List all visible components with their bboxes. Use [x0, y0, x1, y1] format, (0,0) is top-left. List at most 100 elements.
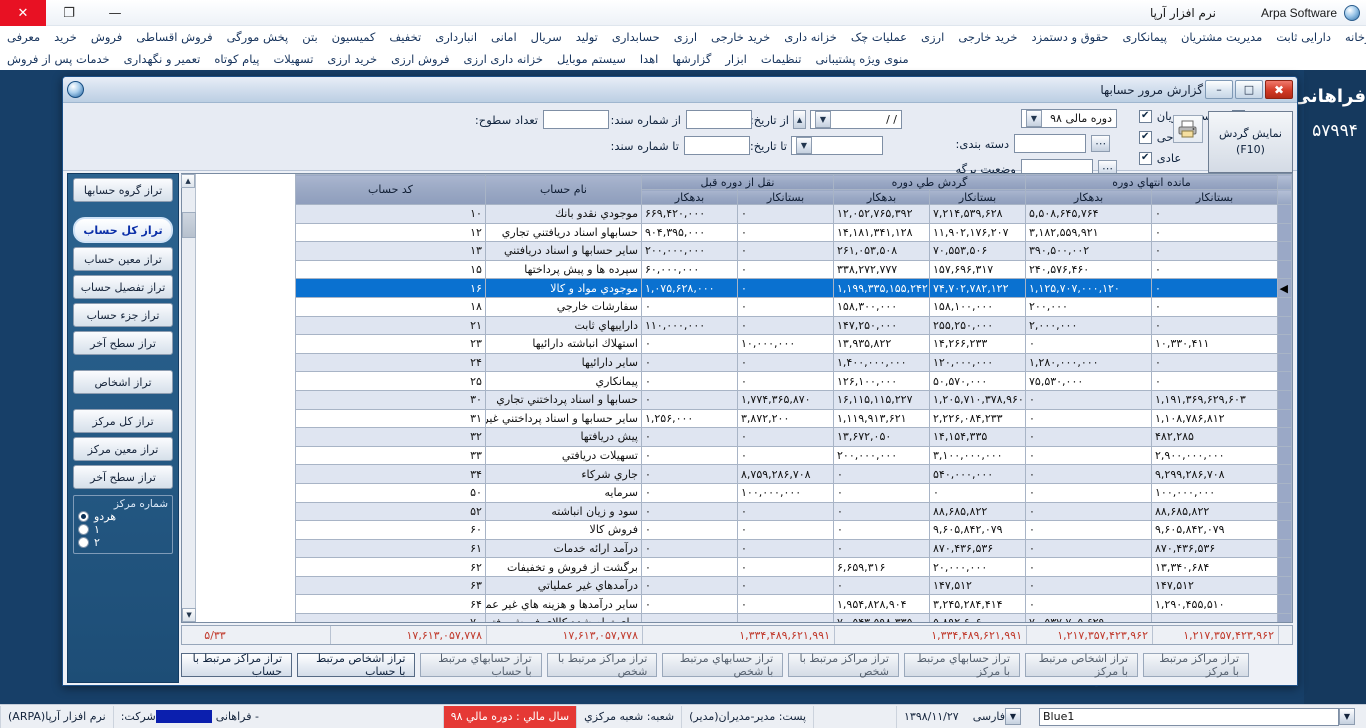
cell-period-debit[interactable]: ۱۵۸,۳۰۰,۰۰۰ [834, 297, 930, 316]
header-period-credit[interactable]: بستانکار [930, 190, 1026, 205]
row-marker[interactable] [1278, 316, 1292, 335]
cell-period-debit[interactable]: ۱,۱۹۹,۳۳۵,۱۵۵,۲۴۲ [834, 279, 930, 298]
menu-item-row1-22[interactable]: دارایی ثابت [1269, 28, 1338, 46]
cell-account-name[interactable]: درآمد ارائه خدمات [485, 539, 641, 558]
cell-period-debit[interactable]: ۳۳۸,۲۷۲,۷۷۷ [834, 260, 930, 279]
cell-prev-credit[interactable]: ۱۰۰,۰۰۰,۰۰۰ [738, 483, 834, 502]
cell-account-code[interactable]: ۳۲ [295, 428, 485, 447]
row-marker[interactable] [1278, 390, 1292, 409]
cell-period-credit[interactable]: ۵,۸۹۲,۶۰۶ [930, 614, 1026, 622]
row-marker[interactable] [1278, 539, 1292, 558]
header-group-end-balance[interactable]: مانده انتهاي دوره [1026, 175, 1278, 190]
cell-end-credit[interactable]: ۹,۲۹۹,۲۸۶,۷۰۸ [1152, 465, 1278, 484]
cell-period-debit[interactable]: ۱۲,۰۵۲,۷۶۵,۳۹۲ [834, 205, 930, 224]
menu-item-row2-5[interactable]: فروش ارزی [384, 50, 456, 68]
scroll-down-icon[interactable]: ▼ [182, 608, 196, 622]
menu-item-row1-5[interactable]: بتن [295, 28, 324, 46]
cell-account-name[interactable]: سایر حسابها و اسناد دریافتني [485, 242, 641, 261]
menu-item-row1-12[interactable]: حسابداری [605, 28, 667, 46]
menu-item-row1-3[interactable]: فروش اقساطی [129, 28, 219, 46]
cell-period-debit[interactable]: ۱۴,۱۸۱,۳۴۱,۱۲۸ [834, 223, 930, 242]
report-type-button-0[interactable]: تراز گروه حسابها [73, 178, 173, 202]
relation-button-2[interactable]: تراز حسابهاي مرتبط با حساب [420, 653, 541, 677]
menu-item-row1-17[interactable]: ارزی [914, 28, 951, 46]
cell-account-name[interactable]: سایر دارائیها [485, 353, 641, 372]
language-chevron-down-icon[interactable]: ▼ [1005, 708, 1021, 725]
cell-account-name[interactable]: سایر حسابها و اسناد پرداختني غیر تجاري [485, 409, 641, 428]
cell-period-debit[interactable]: ۰ [834, 539, 930, 558]
date-from-combo[interactable]: ▼ / / [810, 110, 902, 129]
table-row[interactable]: ۰۲,۰۰۰,۰۰۰۲۵۵,۲۵۰,۰۰۰۱۴۷,۲۵۰,۰۰۰۰۱۱۰,۰۰۰… [196, 316, 1292, 335]
cell-period-credit[interactable]: ۵۴۰,۰۰۰,۰۰۰ [930, 465, 1026, 484]
cell-account-name[interactable]: موجودي مواد و کالا [485, 279, 641, 298]
row-marker[interactable]: ◀ [1278, 279, 1292, 298]
cell-period-credit[interactable]: ۱۵۷,۶۹۶,۳۱۷ [930, 260, 1026, 279]
cell-account-name[interactable]: درآمدهاي غیر عملیاتي [485, 576, 641, 595]
cell-account-code[interactable]: ۳۱ [295, 409, 485, 428]
row-marker[interactable] [1278, 242, 1292, 261]
cell-prev-debit[interactable]: ۰ [641, 539, 737, 558]
chevron-down-icon[interactable]: ▼ [1026, 110, 1042, 127]
cell-prev-credit[interactable]: ۰ [738, 205, 834, 224]
window-controls[interactable]: — ❐ ✕ [0, 0, 138, 26]
cell-period-debit[interactable]: ۱,۱۱۹,۹۱۳,۶۲۱ [834, 409, 930, 428]
cell-end-debit[interactable]: ۳,۱۸۲,۵۵۹,۹۲۱ [1026, 223, 1152, 242]
row-marker[interactable] [1278, 260, 1292, 279]
cell-account-code[interactable]: ۳۰ [295, 390, 485, 409]
cell-prev-debit[interactable]: ۰ [641, 521, 737, 540]
cell-end-debit[interactable]: ۳۹۰,۵۰۰,۰۰۲ [1026, 242, 1152, 261]
cell-account-name[interactable]: پیش دریافتها [485, 428, 641, 447]
cell-account-name[interactable]: سرمایه [485, 483, 641, 502]
cell-end-debit[interactable]: ۱,۲۸۰,۰۰۰,۰۰۰ [1026, 353, 1152, 372]
menu-item-row1-9[interactable]: امانی [484, 28, 524, 46]
row-marker[interactable] [1278, 502, 1292, 521]
cell-period-credit[interactable]: ۱,۲۰۵,۷۱۰,۳۷۸,۹۶۰ [930, 390, 1026, 409]
cell-account-name[interactable]: سود و زیان انباشته [485, 502, 641, 521]
cell-account-name[interactable]: برگشت از فروش و تخفیفات [485, 558, 641, 577]
checkbox-row-adi[interactable]: عادی [1139, 151, 1211, 165]
cell-prev-credit[interactable]: ۱,۷۷۴,۳۶۵,۸۷۰ [738, 390, 834, 409]
cell-account-code[interactable]: ۶۲ [295, 558, 485, 577]
cell-end-credit[interactable]: ۰ [1152, 205, 1278, 224]
table-row[interactable]: ۸۸,۶۸۵,۸۲۲۰۸۸,۶۸۵,۸۲۲۰۰۰سود و زیان انباش… [196, 502, 1292, 521]
cell-period-credit[interactable]: ۱۴۷,۵۱۲ [930, 576, 1026, 595]
menu-item-row2-8[interactable]: اهدا [633, 50, 666, 68]
header-account-code[interactable]: کد حساب [295, 175, 485, 205]
date-to-combo[interactable]: ▼ [791, 136, 883, 155]
cell-end-credit[interactable]: ۰ [1152, 223, 1278, 242]
cell-prev-credit[interactable]: ۸,۷۵۹,۲۸۶,۷۰۸ [738, 465, 834, 484]
report-type-button-list[interactable]: تراز گروه حسابهاتراز کل حسابتراز معین حس… [68, 178, 178, 489]
cell-end-debit[interactable]: ۲,۰۰۰,۰۰۰ [1026, 316, 1152, 335]
cell-prev-credit[interactable]: ۰ [738, 279, 834, 298]
menu-item-row1-20[interactable]: پیمانکاری [1116, 28, 1174, 46]
cell-end-debit[interactable]: ۰ [1026, 465, 1152, 484]
cell-period-credit[interactable]: ۰ [930, 483, 1026, 502]
cell-period-debit[interactable]: ۷۰,۵۴۳,۵۹۸,۳۳۵ [834, 614, 930, 622]
cell-account-name[interactable]: دارایيهاي ثابت [485, 316, 641, 335]
cell-end-credit[interactable]: ۹,۶۰۵,۸۴۲,۰۷۹ [1152, 521, 1278, 540]
cell-prev-debit[interactable]: ۰ [641, 335, 737, 354]
cell-end-debit[interactable]: ۱,۱۲۵,۷۰۷,۰۰۰,۱۲۰ [1026, 279, 1152, 298]
cell-period-credit[interactable]: ۷۰,۵۵۳,۵۰۶ [930, 242, 1026, 261]
cell-period-debit[interactable]: ۱۲۶,۱۰۰,۰۰۰ [834, 372, 930, 391]
relation-button-4[interactable]: تراز حسابهاي مرتبط با شخص [662, 653, 783, 677]
cell-end-debit[interactable]: ۰ [1026, 446, 1152, 465]
table-row[interactable]: ۰۲۰۰,۰۰۰۱۵۸,۱۰۰,۰۰۰۱۵۸,۳۰۰,۰۰۰۰۰سفارشات … [196, 297, 1292, 316]
checkbox-sood-zian-icon[interactable] [1139, 110, 1152, 123]
report-restore-button[interactable]: □ [1235, 80, 1263, 99]
cell-period-debit[interactable]: ۰ [834, 483, 930, 502]
cell-prev-debit[interactable]: ۰ [641, 502, 737, 521]
accounts-grid[interactable]: ▲ ▼ مانده انتهاي دوره گردش طي دوره [181, 173, 1293, 623]
report-type-button-4[interactable]: تراز جزء حساب [73, 303, 173, 327]
cell-end-debit[interactable]: ۵,۵۰۸,۶۴۵,۷۶۴ [1026, 205, 1152, 224]
cell-prev-credit[interactable]: ۰ [738, 316, 834, 335]
menu-item-row1-19[interactable]: حقوق و دستمزد [1025, 28, 1116, 46]
menu-item-row2-11[interactable]: تنظیمات [754, 50, 809, 68]
table-row[interactable]: ۱۰,۳۳۰,۴۱۱۰۱۴,۲۶۶,۲۳۳۱۳,۹۳۵,۸۲۲۱۰,۰۰۰,۰۰… [196, 335, 1292, 354]
menu-item-row1-21[interactable]: مدیریت مشتریان [1174, 28, 1269, 46]
cell-period-credit[interactable]: ۲۰,۰۰۰,۰۰۰ [930, 558, 1026, 577]
cell-account-code[interactable]: ۳۴ [295, 465, 485, 484]
cell-period-debit[interactable]: ۰ [834, 521, 930, 540]
cell-end-credit[interactable]: ۱۰,۳۳۰,۴۱۱ [1152, 335, 1278, 354]
table-row[interactable]: ۱۳,۳۴۰,۶۸۴۰۲۰,۰۰۰,۰۰۰۶,۶۵۹,۳۱۶۰۰برگشت از… [196, 558, 1292, 577]
